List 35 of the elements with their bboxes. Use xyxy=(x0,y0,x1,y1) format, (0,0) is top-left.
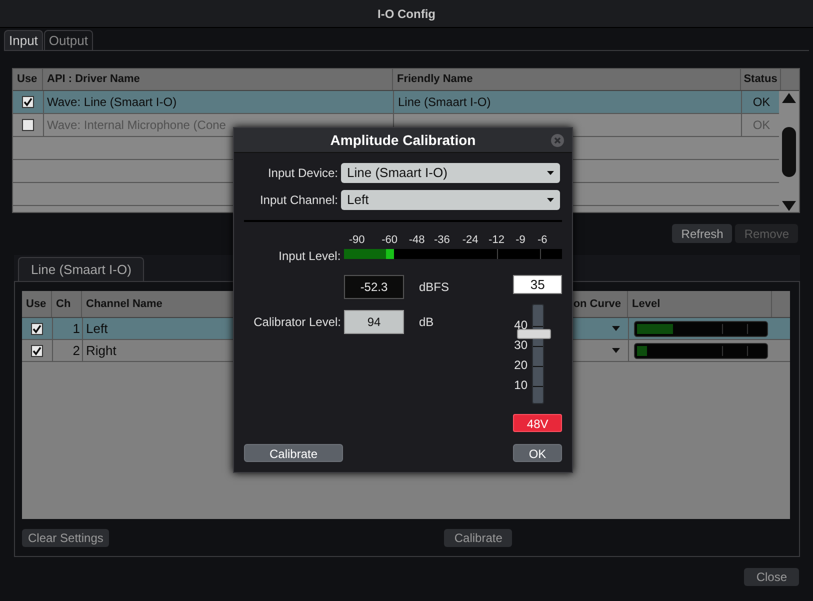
column-header: API : Driver Name xyxy=(43,69,393,90)
scale-label: -24 xyxy=(462,233,478,248)
column-header: Use xyxy=(22,291,52,317)
scale-label: -6 xyxy=(537,233,548,248)
fader-scale-label: 40 xyxy=(514,318,528,332)
scale-label: -48 xyxy=(408,233,425,248)
table-cell-text: 1 xyxy=(72,320,80,338)
field-label: Input Device: xyxy=(266,165,339,182)
field-label: Input Level: xyxy=(278,248,341,265)
scale-label: -90 xyxy=(348,233,365,248)
column-header: Ch xyxy=(52,291,82,317)
table-cell-text: Wave: Internal Microphone (Cone xyxy=(47,117,226,134)
fader-scale-label: 10 xyxy=(514,378,528,392)
column-header: Status xyxy=(741,69,781,90)
scale-label: -60 xyxy=(382,233,398,248)
table-cell-text: Left xyxy=(86,320,108,338)
column-header: Use xyxy=(13,69,43,90)
scale-label: -12 xyxy=(488,233,504,248)
table-cell-text: Right xyxy=(86,342,116,360)
field-label: Calibrator Level: xyxy=(252,314,342,331)
window-title: I-O Config xyxy=(378,6,436,22)
scale-label: -9 xyxy=(516,233,526,248)
column-header: Friendly Name xyxy=(393,69,741,90)
table-cell-text: OK xyxy=(752,94,770,111)
field-label: Input Channel: xyxy=(258,192,339,209)
unit-label: dB xyxy=(419,314,434,331)
table-cell-text: OK xyxy=(752,117,770,134)
scale-label: -36 xyxy=(434,233,450,248)
table-cell-text: Wave: Line (Smaart I-O) xyxy=(47,94,177,111)
column-header: Level xyxy=(628,291,772,317)
table-cell-text: 2 xyxy=(72,342,80,360)
fader-scale-label: 30 xyxy=(514,338,528,352)
fader-scale-label: 20 xyxy=(514,358,528,372)
table-cell-text: Line (Smaart I-O) xyxy=(398,94,491,111)
reading-field: -52.3 xyxy=(344,275,404,299)
